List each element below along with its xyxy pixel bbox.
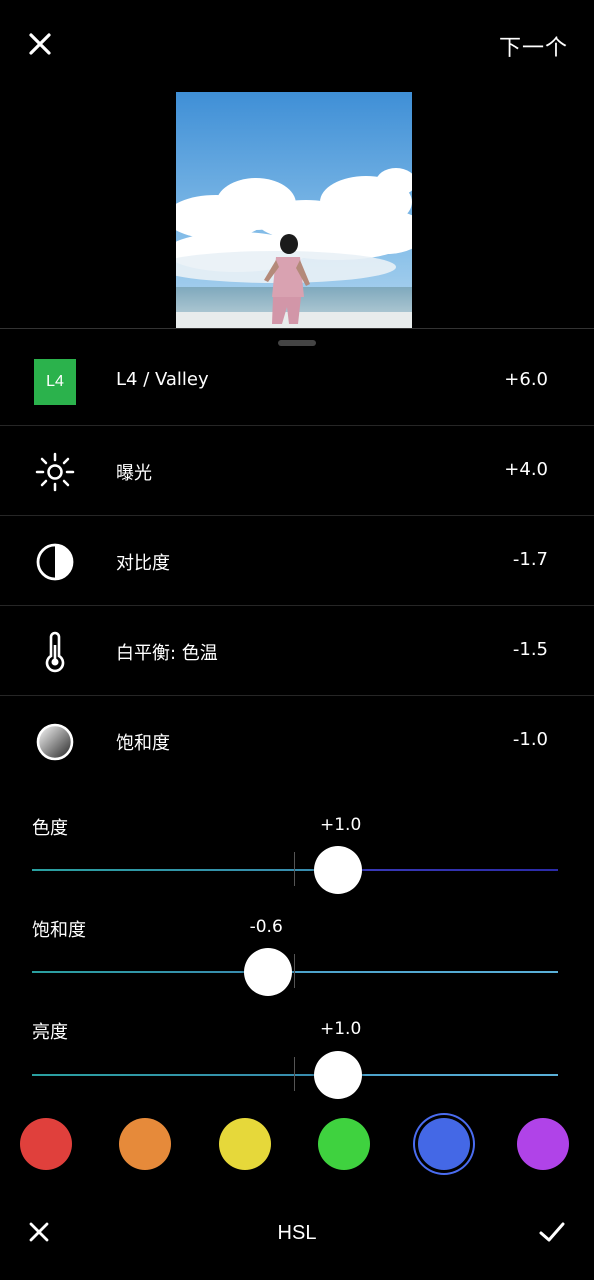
luminance-slider-track[interactable] (32, 1074, 558, 1076)
contrast-icon (34, 541, 76, 583)
color-swatches (0, 1118, 594, 1172)
adjustment-value: -1.5 (512, 639, 548, 660)
color-swatch-purple[interactable] (517, 1118, 569, 1170)
hue-slider-knob[interactable] (314, 846, 362, 894)
color-swatch-green[interactable] (318, 1118, 370, 1170)
sheet-divider (0, 328, 594, 329)
luminance-slider-label: 亮度 (32, 1022, 68, 1043)
adjustment-row-preset[interactable]: L4 L4 / Valley +6.0 (0, 336, 594, 426)
adjustment-label: 对比度 (116, 553, 170, 574)
thermometer-icon (34, 631, 76, 673)
luminance-slider-knob[interactable] (314, 1051, 362, 1099)
next-button[interactable]: 下一个 (499, 30, 568, 62)
saturation-icon (34, 721, 76, 763)
preset-badge: L4 (34, 359, 76, 405)
adjustment-label: 白平衡: 色温 (116, 643, 218, 664)
luminance-slider-center-tick (294, 1057, 295, 1091)
saturation-slider-track[interactable] (32, 971, 558, 973)
adjustment-label: L4 / Valley (116, 369, 209, 390)
adjustment-row-saturation[interactable]: 饱和度 -1.0 (0, 696, 594, 786)
checkmark-icon[interactable] (538, 1219, 566, 1245)
color-swatch-blue[interactable] (418, 1118, 470, 1170)
adjustment-row-exposure[interactable]: 曝光 +4.0 (0, 426, 594, 516)
preset-badge-icon: L4 (34, 359, 76, 405)
adjustment-row-contrast[interactable]: 对比度 -1.7 (0, 516, 594, 606)
adjustment-row-white-balance[interactable]: 白平衡: 色温 -1.5 (0, 606, 594, 696)
hue-slider-center-tick (294, 852, 295, 886)
color-swatch-orange[interactable] (119, 1118, 171, 1170)
hue-slider-label: 色度 (32, 818, 68, 839)
color-swatch-red[interactable] (20, 1118, 72, 1170)
saturation-slider-knob[interactable] (243, 948, 292, 996)
hsl-title: HSL (277, 1222, 317, 1244)
adjustment-value: -1.7 (512, 549, 548, 570)
adjustment-value: +6.0 (504, 369, 548, 390)
photo-preview (176, 92, 412, 328)
adjustment-label: 饱和度 (116, 733, 170, 754)
adjustment-value: +4.0 (504, 459, 548, 480)
saturation-slider-center-tick (294, 954, 295, 988)
luminance-slider-value: +1.0 (320, 1019, 362, 1039)
color-swatch-yellow[interactable] (219, 1118, 271, 1170)
adjustment-label: 曝光 (116, 463, 152, 484)
hue-slider-value: +1.0 (320, 815, 362, 835)
adjustment-value: -1.0 (512, 729, 548, 750)
bottom-bar: HSL (0, 1205, 594, 1261)
hue-slider-track[interactable] (32, 869, 558, 871)
saturation-slider-value: -0.6 (249, 917, 283, 937)
close-icon[interactable] (26, 30, 54, 58)
sun-icon (34, 451, 76, 493)
saturation-slider-label: 饱和度 (32, 920, 86, 941)
top-bar: 下一个 (0, 0, 594, 92)
